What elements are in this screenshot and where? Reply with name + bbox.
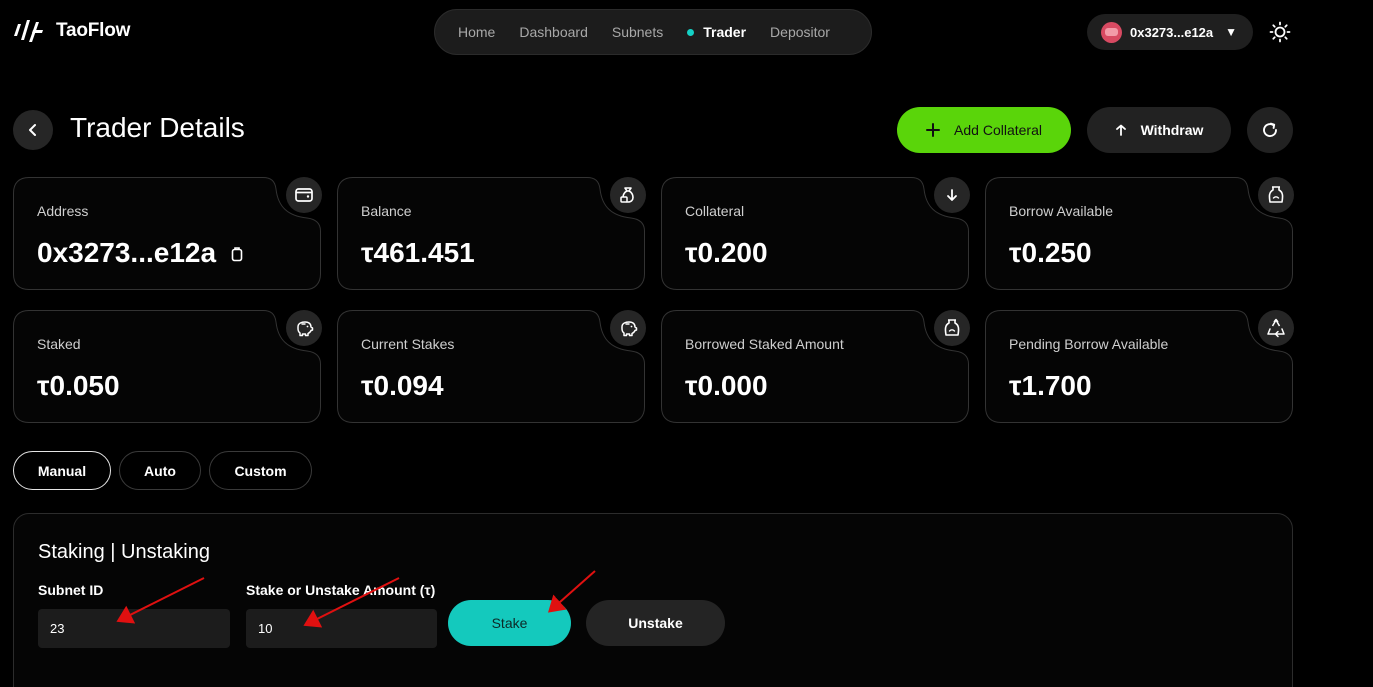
nav-trader[interactable]: Trader xyxy=(687,24,746,40)
stat-value: τ0.250 xyxy=(1009,237,1092,269)
theme-toggle-button[interactable] xyxy=(1266,18,1294,46)
stat-label: Balance xyxy=(361,203,412,219)
stake-button[interactable]: Stake xyxy=(448,600,571,646)
jar-icon xyxy=(934,310,970,346)
stat-value: τ0.000 xyxy=(685,370,768,402)
brand-name: TaoFlow xyxy=(56,20,131,41)
tab-manual-label: Manual xyxy=(37,462,87,479)
stat-label: Current Stakes xyxy=(361,336,455,352)
withdraw-label: Withdraw xyxy=(1140,122,1204,138)
stat-card: Pending Borrow Available τ1.700 xyxy=(985,310,1294,423)
tab-custom-label: Custom xyxy=(234,462,287,479)
stat-value: τ0.050 xyxy=(37,370,120,402)
stat-label: Borrow Available xyxy=(1009,203,1114,219)
withdraw-button[interactable]: Withdraw xyxy=(1087,107,1231,153)
jar-icon xyxy=(1258,177,1294,213)
staking-panel-title: Staking | Unstaking xyxy=(38,541,210,563)
stat-value: τ1.700 xyxy=(1009,370,1092,402)
nav-subnets[interactable]: Subnets xyxy=(612,24,663,40)
recycle-icon xyxy=(1258,310,1294,346)
main-nav: Home Dashboard Subnets Trader Depositor xyxy=(434,9,872,55)
money-bag-icon xyxy=(610,177,646,213)
stat-label: Collateral xyxy=(685,203,745,219)
stat-value-text: τ1.700 xyxy=(1009,370,1092,401)
staking-panel: Staking | Unstaking Subnet ID Stake or U… xyxy=(13,513,1293,687)
unstake-button[interactable]: Unstake xyxy=(586,600,725,646)
chevron-left-icon xyxy=(29,124,36,136)
stat-value-text: τ0.200 xyxy=(685,237,768,268)
stat-card: Staked τ0.050 xyxy=(13,310,322,423)
stat-value-text: τ0.000 xyxy=(685,370,768,401)
arrow-down-icon xyxy=(934,177,970,213)
nav-depositor[interactable]: Depositor xyxy=(770,24,830,40)
wallet-avatar xyxy=(1101,21,1122,43)
stat-label: Staked xyxy=(37,336,81,352)
stat-value-text: τ0.094 xyxy=(361,370,444,401)
active-indicator-dot xyxy=(687,28,695,36)
add-collateral-button[interactable]: Add Collateral xyxy=(897,107,1071,153)
nav-depositor-label: Depositor xyxy=(770,24,830,40)
piggy-bank-icon xyxy=(610,310,646,346)
add-collateral-label: Add Collateral xyxy=(954,122,1042,138)
refresh-button[interactable] xyxy=(1247,107,1293,153)
caret-down-icon: ▼ xyxy=(1225,25,1238,39)
nav-home[interactable]: Home xyxy=(458,24,495,40)
wallet-address: 0x3273...e12a xyxy=(1130,24,1214,40)
subnet-id-input[interactable] xyxy=(38,609,230,648)
stat-label: Borrowed Staked Amount xyxy=(685,336,844,352)
stat-value: τ0.094 xyxy=(361,370,444,402)
back-button[interactable] xyxy=(13,110,53,150)
brand-logo[interactable]: TaoFlow xyxy=(12,16,130,46)
stat-value-text: 0x3273...e12a xyxy=(37,237,217,268)
nav-dashboard-label: Dashboard xyxy=(519,24,588,40)
tab-auto-label: Auto xyxy=(144,462,176,479)
stat-card: Current Stakes τ0.094 xyxy=(337,310,646,423)
refresh-icon xyxy=(1263,122,1277,137)
wallet-button[interactable]: 0x3273...e12a ▼ xyxy=(1087,14,1253,50)
stat-card: Collateral τ0.200 xyxy=(661,177,970,290)
page-title: Trader Details xyxy=(70,112,245,143)
stat-value: τ461.451 xyxy=(361,237,475,269)
sun-icon xyxy=(1269,21,1291,43)
amount-label: Stake or Unstake Amount (τ) xyxy=(246,582,436,598)
stat-value: τ0.200 xyxy=(685,237,768,269)
stat-card: Balance τ461.451 xyxy=(337,177,646,290)
taoflow-logo-icon xyxy=(14,20,43,42)
stat-card: Address 0x3273...e12a xyxy=(13,177,322,290)
stat-value-text: τ461.451 xyxy=(361,237,475,268)
arrow-up-icon xyxy=(1115,124,1126,136)
nav-dashboard[interactable]: Dashboard xyxy=(519,24,588,40)
piggy-bank-icon xyxy=(286,310,322,346)
stat-value: 0x3273...e12a xyxy=(37,237,244,269)
subnet-id-label: Subnet ID xyxy=(38,582,104,598)
nav-home-label: Home xyxy=(458,24,496,40)
stat-label: Address xyxy=(37,203,89,219)
stat-value-text: τ0.250 xyxy=(1009,237,1092,268)
stat-card: Borrowed Staked Amount τ0.000 xyxy=(661,310,970,423)
amount-input[interactable] xyxy=(246,609,437,648)
tab-custom[interactable]: Custom xyxy=(209,451,312,490)
tab-auto[interactable]: Auto xyxy=(119,451,201,490)
stat-value-text: τ0.050 xyxy=(37,370,120,401)
wallet-icon xyxy=(286,177,322,213)
stat-card: Borrow Available τ0.250 xyxy=(985,177,1294,290)
nav-subnets-label: Subnets xyxy=(611,24,664,40)
plus-icon xyxy=(926,123,941,137)
stat-label: Pending Borrow Available xyxy=(1009,336,1169,352)
tab-manual[interactable]: Manual xyxy=(13,451,111,490)
nav-trader-label: Trader xyxy=(703,24,747,40)
copy-icon[interactable] xyxy=(230,237,244,269)
